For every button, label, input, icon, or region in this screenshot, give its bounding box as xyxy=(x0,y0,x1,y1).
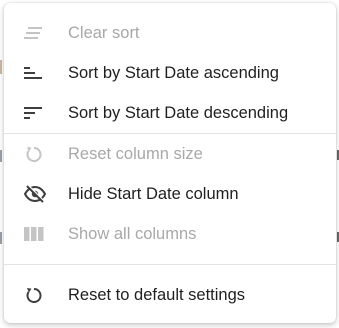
menu-item-clear-sort[interactable]: Clear sort xyxy=(4,13,336,53)
column-menu: Clear sort Sort by Start Date ascending … xyxy=(4,3,336,323)
menu-item-label: Reset to default settings xyxy=(68,285,246,304)
reset-icon xyxy=(4,285,68,305)
menu-item-label: Hide Start Date column xyxy=(68,184,239,203)
columns-icon xyxy=(4,226,68,242)
menu-divider xyxy=(4,264,336,265)
eye-off-icon xyxy=(4,185,68,203)
menu-item-show-all-columns[interactable]: Show all columns xyxy=(4,214,336,254)
reset-icon xyxy=(4,144,68,164)
background-edge-mark xyxy=(0,60,2,74)
menu-item-label: Show all columns xyxy=(68,224,197,243)
menu-item-label: Clear sort xyxy=(68,23,140,42)
background-edge-mark xyxy=(0,150,2,162)
menu-item-label: Sort by Start Date descending xyxy=(68,103,289,122)
menu-item-hide-column[interactable]: Hide Start Date column xyxy=(4,174,336,214)
menu-item-reset-column-size[interactable]: Reset column size xyxy=(4,134,336,174)
menu-item-sort-descending[interactable]: Sort by Start Date descending xyxy=(4,93,336,133)
menu-item-sort-ascending[interactable]: Sort by Start Date ascending xyxy=(4,53,336,93)
sort-ascending-icon xyxy=(4,66,68,80)
menu-item-reset-defaults[interactable]: Reset to default settings xyxy=(4,275,336,315)
menu-item-label: Sort by Start Date ascending xyxy=(68,63,279,82)
clear-sort-icon xyxy=(4,26,68,40)
menu-item-label: Reset column size xyxy=(68,144,203,163)
sort-descending-icon xyxy=(4,106,68,120)
background-edge-mark xyxy=(0,232,2,244)
